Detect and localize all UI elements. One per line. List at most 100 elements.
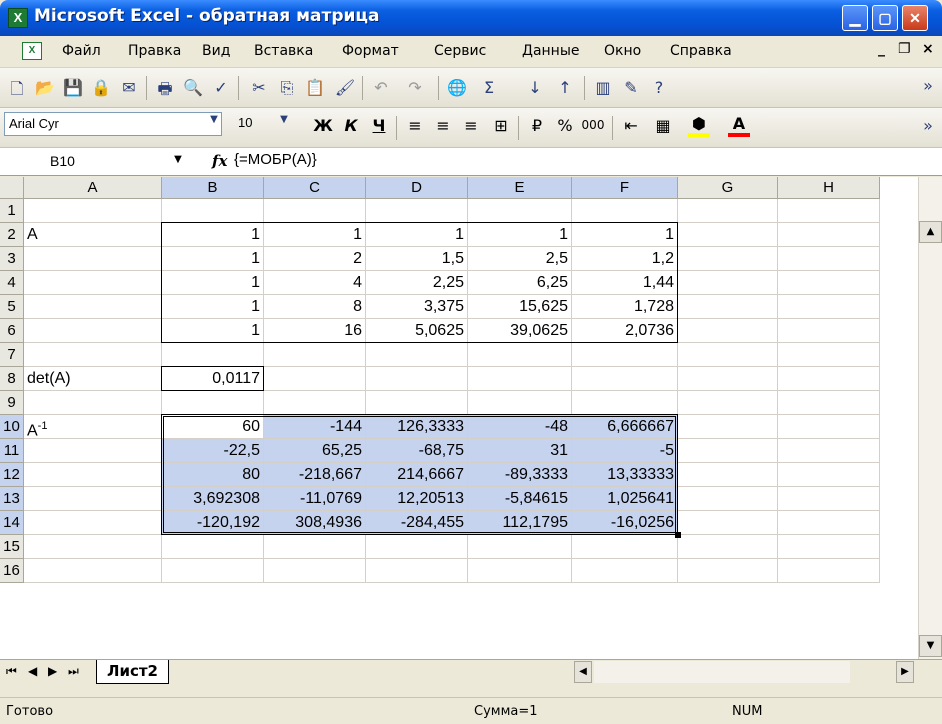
cell-a6[interactable]: [24, 319, 162, 343]
cell-a10[interactable]: A-1: [24, 415, 162, 439]
cell-b16[interactable]: [162, 559, 264, 583]
chevron-down-icon[interactable]: ▼: [170, 154, 186, 165]
column-header-g[interactable]: G: [678, 177, 778, 199]
vertical-scrollbar[interactable]: ▲ ▼: [918, 177, 942, 659]
cell-g13[interactable]: [678, 487, 778, 511]
cell-b6[interactable]: 1: [162, 319, 264, 343]
cell-a3[interactable]: [24, 247, 162, 271]
cell-e7[interactable]: [468, 343, 572, 367]
font-name-box[interactable]: Arial Cyr: [4, 112, 222, 136]
row-header-11[interactable]: 11: [0, 439, 24, 463]
cell-e4[interactable]: 6,25: [468, 271, 572, 295]
cell-d2[interactable]: 1: [366, 223, 468, 247]
menu-view[interactable]: Вид: [202, 43, 230, 59]
cell-c16[interactable]: [264, 559, 366, 583]
align-left-icon[interactable]: ≡: [402, 116, 428, 135]
scroll-left-icon[interactable]: ◀: [574, 661, 592, 683]
column-header-f[interactable]: F: [572, 177, 678, 199]
cell-f11[interactable]: -5: [572, 439, 678, 463]
scroll-right-icon[interactable]: ▶: [896, 661, 914, 683]
cell-h11[interactable]: [778, 439, 880, 463]
cell-a9[interactable]: [24, 391, 162, 415]
cell-g2[interactable]: [678, 223, 778, 247]
cell-g10[interactable]: [678, 415, 778, 439]
cell-c7[interactable]: [264, 343, 366, 367]
cell-c12[interactable]: -218,667: [264, 463, 366, 487]
bold-icon[interactable]: Ж: [310, 116, 336, 135]
cell-d1[interactable]: [366, 199, 468, 223]
sheet-tab-list2[interactable]: Лист2: [96, 660, 169, 684]
row-header-10[interactable]: 10: [0, 415, 24, 439]
cell-f7[interactable]: [572, 343, 678, 367]
italic-icon[interactable]: К: [338, 116, 364, 135]
row-header-8[interactable]: 8: [0, 367, 24, 391]
cell-f6[interactable]: 2,0736: [572, 319, 678, 343]
row-header-12[interactable]: 12: [0, 463, 24, 487]
doc-minimize-button[interactable]: _: [878, 41, 885, 57]
help-icon[interactable]: ?: [646, 78, 672, 97]
save-icon[interactable]: 💾: [60, 78, 86, 97]
cell-c2[interactable]: 1: [264, 223, 366, 247]
cell-a11[interactable]: [24, 439, 162, 463]
cell-g6[interactable]: [678, 319, 778, 343]
cell-g12[interactable]: [678, 463, 778, 487]
workbook-icon[interactable]: X: [22, 42, 42, 60]
undo-icon[interactable]: ↶: [368, 78, 394, 97]
cell-e1[interactable]: [468, 199, 572, 223]
cell-d9[interactable]: [366, 391, 468, 415]
doc-restore-button[interactable]: ❐: [898, 41, 911, 57]
cell-e12[interactable]: -89,3333: [468, 463, 572, 487]
paste-icon[interactable]: 📋: [302, 78, 328, 97]
sort-descending-icon[interactable]: ↑: [552, 78, 578, 97]
cell-h8[interactable]: [778, 367, 880, 391]
merge-center-icon[interactable]: ⊞: [488, 116, 514, 135]
cell-c5[interactable]: 8: [264, 295, 366, 319]
minimize-button[interactable]: ▁: [842, 5, 868, 31]
format-painter-icon[interactable]: 🖌: [332, 78, 358, 97]
cell-f16[interactable]: [572, 559, 678, 583]
row-header-4[interactable]: 4: [0, 271, 24, 295]
cell-c4[interactable]: 4: [264, 271, 366, 295]
cell-h4[interactable]: [778, 271, 880, 295]
menu-help[interactable]: Справка: [670, 43, 732, 59]
borders-icon[interactable]: ▦: [650, 116, 676, 135]
cell-f3[interactable]: 1,2: [572, 247, 678, 271]
row-header-13[interactable]: 13: [0, 487, 24, 511]
close-button[interactable]: ✕: [902, 5, 928, 31]
excel-icon[interactable]: X: [8, 8, 28, 28]
cell-e11[interactable]: 31: [468, 439, 572, 463]
last-sheet-icon[interactable]: ⏭: [68, 664, 79, 679]
toolbar-options-icon[interactable]: »: [918, 116, 938, 135]
cell-b4[interactable]: 1: [162, 271, 264, 295]
percent-icon[interactable]: %: [552, 116, 578, 135]
cell-h5[interactable]: [778, 295, 880, 319]
cell-d6[interactable]: 5,0625: [366, 319, 468, 343]
font-color-icon[interactable]: A: [728, 114, 750, 137]
cell-h15[interactable]: [778, 535, 880, 559]
cell-b11[interactable]: -22,5: [162, 439, 264, 463]
row-header-7[interactable]: 7: [0, 343, 24, 367]
cell-e15[interactable]: [468, 535, 572, 559]
cell-d8[interactable]: [366, 367, 468, 391]
cell-h13[interactable]: [778, 487, 880, 511]
cell-h6[interactable]: [778, 319, 880, 343]
cell-g7[interactable]: [678, 343, 778, 367]
column-header-c[interactable]: C: [264, 177, 366, 199]
print-icon[interactable]: 🖶: [152, 78, 178, 105]
cell-h3[interactable]: [778, 247, 880, 271]
cell-b8[interactable]: 0,0117: [162, 367, 264, 391]
menu-window[interactable]: Окно: [604, 43, 641, 59]
fill-handle[interactable]: [675, 532, 681, 538]
menu-format[interactable]: Формат: [342, 43, 399, 59]
cell-b2[interactable]: 1: [162, 223, 264, 247]
cell-e8[interactable]: [468, 367, 572, 391]
cell-c6[interactable]: 16: [264, 319, 366, 343]
open-icon[interactable]: 📂: [32, 78, 58, 97]
cell-c9[interactable]: [264, 391, 366, 415]
cell-a2[interactable]: A: [24, 223, 162, 247]
cell-g15[interactable]: [678, 535, 778, 559]
cell-f15[interactable]: [572, 535, 678, 559]
column-header-b[interactable]: B: [162, 177, 264, 199]
cell-c1[interactable]: [264, 199, 366, 223]
doc-close-button[interactable]: ×: [922, 41, 934, 57]
